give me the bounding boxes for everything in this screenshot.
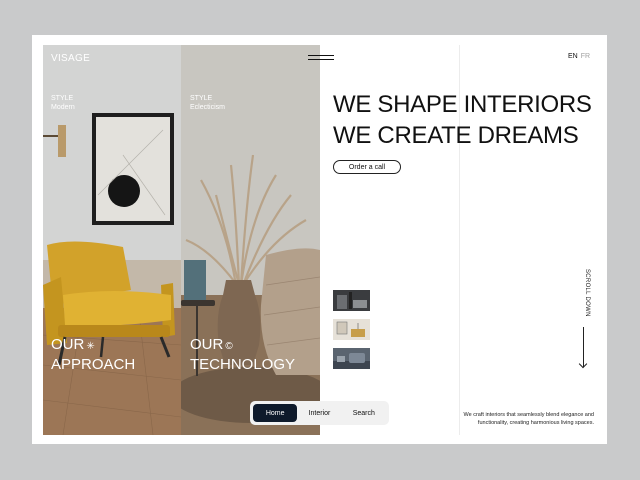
eclecticism-style-label: STYLE Eclecticism — [190, 94, 225, 112]
order-call-button[interactable]: Order a call — [333, 160, 401, 174]
style-title: STYLE — [190, 95, 213, 102]
heading-line: APPROACH — [51, 356, 136, 373]
language-en[interactable]: EN — [568, 53, 578, 60]
brand-logo[interactable]: VISAGE — [51, 53, 90, 64]
our-technology-heading[interactable]: OUR © TECHNOLOGY — [190, 336, 295, 374]
style-title: STYLE — [51, 95, 74, 102]
language-fr[interactable]: FR — [581, 53, 590, 60]
scroll-down-indicator[interactable]: SCROLL DOWN — [578, 269, 590, 369]
landing-page: VISAGE STYLE Modern STYLE Eclecticism OU… — [32, 35, 607, 444]
scroll-down-label: SCROLL DOWN — [584, 269, 590, 317]
heading-line: OUR — [190, 336, 224, 353]
asterisk-icon: ✳ — [86, 341, 95, 352]
our-approach-heading[interactable]: OUR ✳ APPROACH — [51, 336, 135, 374]
thumbnail-light-interior[interactable] — [333, 319, 370, 340]
headline-line: WE CREATE DREAMS — [333, 122, 579, 149]
bottom-navigation: Home Interior Search — [250, 401, 389, 425]
heading-line: OUR — [51, 336, 85, 353]
arrow-down-icon — [583, 327, 584, 367]
nav-interior[interactable]: Interior — [297, 404, 341, 422]
copyright-icon: © — [225, 341, 233, 352]
headline-line: WE SHAPE INTERIORS — [333, 91, 592, 118]
heading-line: TECHNOLOGY — [190, 356, 296, 373]
style-name: Modern — [51, 104, 75, 111]
nav-search[interactable]: Search — [342, 404, 386, 422]
language-switcher: EN FR — [568, 53, 590, 60]
style-name: Eclecticism — [190, 104, 226, 111]
thumbnail-dark-interior[interactable] — [333, 290, 370, 311]
hero-headline: WE SHAPE INTERIORS WE CREATE DREAMS — [333, 89, 592, 151]
thumbnail-blue-interior[interactable] — [333, 348, 370, 369]
menu-icon[interactable] — [308, 55, 334, 61]
tagline-text: We craft interiors that seamlessly blend… — [463, 412, 594, 426]
nav-home[interactable]: Home — [253, 404, 298, 422]
modern-style-label: STYLE Modern — [51, 94, 75, 112]
